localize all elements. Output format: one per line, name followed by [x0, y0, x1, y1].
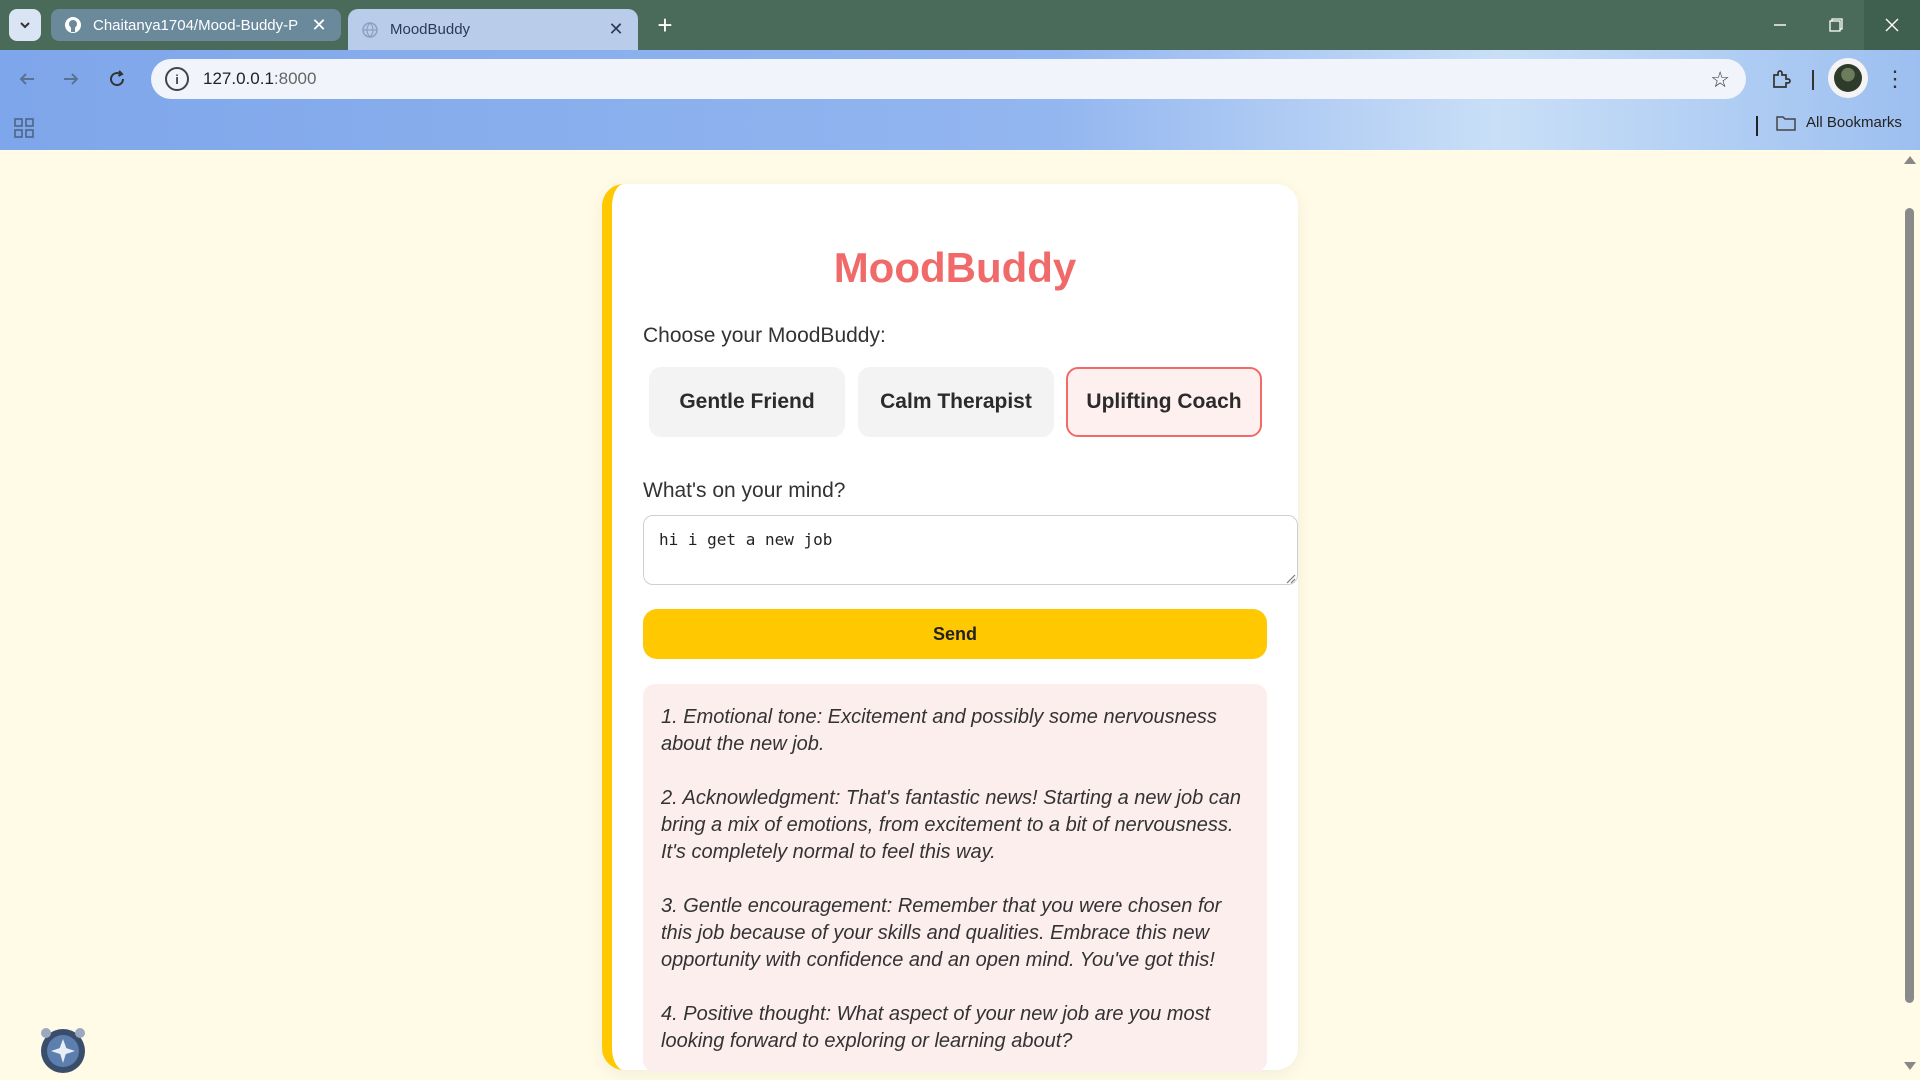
site-info-icon[interactable]: i: [165, 67, 189, 91]
address-bar[interactable]: i 127.0.0.1:8000 ☆: [151, 59, 1746, 99]
response-paragraph: 4. Positive thought: What aspect of your…: [661, 1003, 1211, 1052]
profile-avatar[interactable]: [1828, 58, 1868, 98]
close-icon[interactable]: ✕: [606, 19, 626, 40]
response-paragraph: 2. Acknowledgment: That's fantastic news…: [661, 787, 1242, 863]
page-scrollbar[interactable]: [1900, 150, 1920, 1080]
minimize-icon[interactable]: [1752, 0, 1808, 50]
browser-toolbar: i 127.0.0.1:8000 ☆ ⋮ All Bookmarks: [0, 50, 1920, 150]
tab-title: MoodBuddy: [390, 21, 471, 38]
window-controls: [1752, 0, 1920, 50]
tab-strip: Chaitanya1704/Mood-Buddy-P ✕ MoodBuddy ✕…: [0, 0, 1920, 50]
all-bookmarks-label: All Bookmarks: [1806, 114, 1902, 131]
all-bookmarks-button[interactable]: All Bookmarks: [1776, 114, 1902, 131]
persona-gentle-friend-button[interactable]: Gentle Friend: [649, 367, 845, 437]
send-button[interactable]: Send: [643, 609, 1267, 659]
url-host: 127.0.0.1: [203, 69, 274, 88]
bookmark-star-icon[interactable]: ☆: [1710, 67, 1730, 93]
scroll-down-arrow-icon[interactable]: [1904, 1062, 1916, 1070]
toolbar-divider: [1812, 70, 1814, 90]
reload-icon[interactable]: [102, 64, 132, 94]
scroll-thumb[interactable]: [1905, 208, 1914, 1003]
close-icon[interactable]: ✕: [309, 15, 329, 35]
close-window-icon[interactable]: [1864, 0, 1920, 50]
apps-grid-icon[interactable]: [12, 116, 36, 140]
robot-mascot-icon[interactable]: [36, 1023, 90, 1075]
persona-calm-therapist-button[interactable]: Calm Therapist: [858, 367, 1054, 437]
response-paragraph: 3. Gentle encouragement: Remember that y…: [661, 895, 1222, 971]
chevron-down-icon: [20, 22, 30, 29]
back-icon[interactable]: [12, 64, 42, 94]
response-paragraph: 1. Emotional tone: Excitement and possib…: [661, 706, 1217, 755]
chat-card: MoodBuddy Choose your MoodBuddy: Gentle …: [602, 184, 1298, 1072]
tab-moodbuddy[interactable]: MoodBuddy ✕: [348, 9, 638, 50]
extensions-icon[interactable]: [1766, 64, 1796, 94]
tab-title: Chaitanya1704/Mood-Buddy-P: [93, 16, 299, 34]
globe-icon: [360, 20, 380, 40]
choose-buddy-label: Choose your MoodBuddy:: [643, 324, 886, 347]
tab-search-button[interactable]: [9, 9, 41, 41]
more-menu-icon[interactable]: ⋮: [1880, 64, 1910, 94]
github-icon: [63, 15, 83, 35]
forward-icon[interactable]: [56, 64, 86, 94]
persona-uplifting-coach-button[interactable]: Uplifting Coach: [1066, 367, 1262, 437]
url-port: :8000: [273, 69, 317, 88]
page-viewport: MoodBuddy Choose your MoodBuddy: Gentle …: [0, 150, 1920, 1080]
response-box: 1. Emotional tone: Excitement and possib…: [643, 684, 1267, 1072]
restore-icon[interactable]: [1808, 0, 1864, 50]
message-input[interactable]: hi i get a new job: [643, 515, 1298, 585]
scroll-up-arrow-icon[interactable]: [1904, 156, 1916, 164]
tab-github[interactable]: Chaitanya1704/Mood-Buddy-P ✕: [51, 9, 341, 41]
bookmarks-divider: [1756, 116, 1758, 136]
page-title: MoodBuddy: [833, 244, 1077, 291]
mind-label: What's on your mind?: [643, 479, 846, 502]
resize-grip-icon[interactable]: [1284, 572, 1296, 584]
new-tab-button[interactable]: +: [652, 12, 678, 38]
folder-icon: [1776, 115, 1796, 131]
url-text: 127.0.0.1:8000: [203, 69, 316, 89]
